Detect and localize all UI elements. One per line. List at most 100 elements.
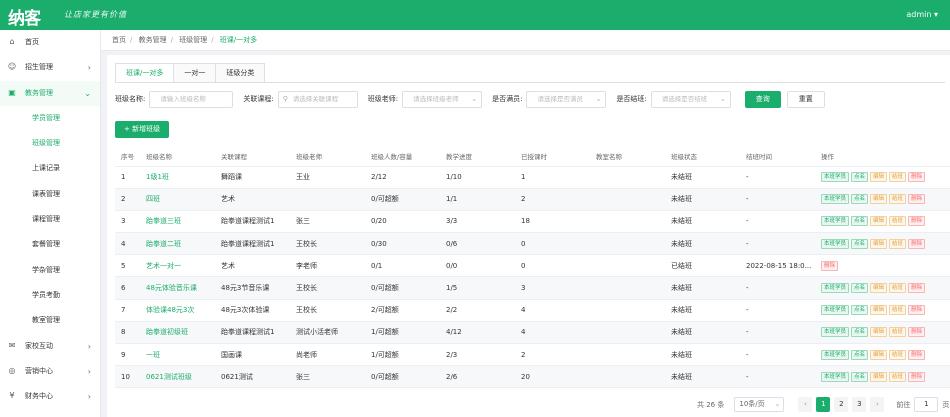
rollcall-button[interactable]: 点名: [851, 305, 869, 316]
breadcrumb-classes[interactable]: 班级管理: [179, 36, 207, 44]
table-row[interactable]: 4 跆拳道二班 跆拳道课程测试1 王校长 0/30 0/6 0 未结班 - 本班学员 点名 编辑 结班删…: [115, 232, 950, 256]
rollcall-button[interactable]: 点名: [851, 194, 869, 205]
sidebar-item-home-school[interactable]: ✉ 家校互动 ›: [0, 334, 100, 359]
close-class-button[interactable]: 结班: [889, 216, 907, 227]
sidebar-item-classes[interactable]: 班级管理: [0, 131, 100, 156]
tab-one-to-one[interactable]: 一对一: [173, 63, 217, 82]
students-button[interactable]: 本班学员: [821, 283, 850, 294]
breadcrumb-academic[interactable]: 教务管理: [139, 36, 167, 44]
edit-button[interactable]: 编辑: [870, 216, 888, 227]
full-select[interactable]: 请选择是否满员 ⌄: [526, 90, 607, 108]
sidebar-item-finance[interactable]: ¥ 财务中心 ›: [0, 384, 100, 409]
rollcall-button[interactable]: 点名: [851, 216, 869, 227]
edit-button[interactable]: 编辑: [870, 327, 888, 338]
cell-name[interactable]: 艺术一对一: [140, 254, 215, 278]
add-class-button[interactable]: + 新增班级: [115, 121, 170, 138]
table-row[interactable]: 1 1级1班 舞蹈课 王业 2/12 1/10 1 未结班 - 本班学员 点名 编辑 结班 删除: [115, 166, 950, 189]
students-button[interactable]: 本班学员: [821, 349, 850, 360]
edit-button[interactable]: 编辑: [870, 172, 888, 183]
close-class-button[interactable]: 结班: [889, 283, 907, 294]
sidebar-item-students[interactable]: 学员管理: [0, 106, 100, 131]
table-row[interactable]: 5 艺术一对一 艺术 李老师 0/1 0/0 0 已结班 2022-08-15 18:0... 删…: [115, 254, 950, 278]
page-size-select[interactable]: 10条/页 ⌄: [734, 397, 785, 412]
delete-button[interactable]: 删除: [908, 371, 926, 382]
search-button[interactable]: 查询: [744, 90, 781, 108]
prev-page-button[interactable]: ‹: [798, 397, 813, 412]
table-row[interactable]: 3 跆拳道三班 跆拳道课程测试1 张三 0/20 3/3 18 未结班 - 本班学员 点名 编辑 结班删…: [115, 210, 950, 234]
rollcall-button[interactable]: 点名: [851, 283, 869, 294]
close-class-button[interactable]: 结班: [889, 327, 907, 338]
sidebar-item-schedule[interactable]: 课表管理: [0, 182, 100, 207]
class-name-input[interactable]: 请输入班级名称: [149, 90, 234, 108]
edit-button[interactable]: 编辑: [870, 283, 888, 294]
table-row[interactable]: 2 四班 艺术 0/可超额 1/1 2 未结班 - 本班学员 点名 编辑 结班 删除: [115, 188, 950, 211]
delete-button[interactable]: 删除: [908, 172, 926, 183]
close-class-button[interactable]: 结班: [889, 172, 907, 183]
table-row[interactable]: 6 48元体验音乐课 48元3节音乐课 王校长 0/可超额 1/5 3 未结班 - 本班学员 点名编…: [115, 276, 950, 300]
course-select[interactable]: ⚲ 请选择关联课程: [277, 90, 358, 108]
delete-button[interactable]: 删除: [908, 327, 926, 338]
page-1-button[interactable]: 1: [816, 397, 831, 412]
table-row[interactable]: 7 体验课48元3次 48元3次体验课 王校长 2/可超额 2/2 4 未结班 - 本班学员 点名编…: [115, 299, 950, 322]
cell-name[interactable]: 48元体验音乐课: [140, 276, 215, 300]
close-class-button[interactable]: 结班: [889, 194, 907, 205]
rollcall-button[interactable]: 点名: [851, 172, 869, 183]
rollcall-button[interactable]: 点名: [851, 238, 869, 249]
page-2-button[interactable]: 2: [834, 397, 849, 412]
rollcall-button[interactable]: 点名: [851, 327, 869, 338]
delete-button[interactable]: 删除: [908, 194, 926, 205]
cell-name[interactable]: 1级1班: [140, 166, 215, 189]
students-button[interactable]: 本班学员: [821, 194, 850, 205]
cell-name[interactable]: 一班: [140, 343, 215, 367]
close-class-button[interactable]: 结班: [889, 349, 907, 360]
cell-name[interactable]: 跆拳道初级班: [140, 321, 215, 345]
edit-button[interactable]: 编辑: [870, 194, 888, 205]
tab-group-class[interactable]: 班课/一对多: [115, 63, 175, 82]
edit-button[interactable]: 编辑: [870, 238, 888, 249]
sidebar-item-academic[interactable]: ▣ 教务管理 ⌄: [0, 80, 100, 106]
cell-name[interactable]: 0621测试班级: [140, 365, 215, 389]
sidebar-item-courses[interactable]: 课程管理: [0, 207, 100, 232]
sidebar-item-attendance[interactable]: 学员考勤: [0, 283, 100, 308]
delete-button[interactable]: 删除: [908, 216, 926, 227]
students-button[interactable]: 本班学员: [821, 172, 850, 183]
teacher-select[interactable]: 请选择班级老师 ⌄: [402, 90, 483, 108]
next-page-button[interactable]: ›: [870, 397, 885, 412]
closed-select[interactable]: 请选择是否结班 ⌄: [650, 90, 731, 108]
sidebar-item-classrooms[interactable]: 教室管理: [0, 308, 100, 333]
close-class-button[interactable]: 结班: [889, 371, 907, 382]
user-menu[interactable]: admin ▾: [906, 10, 938, 19]
cell-name[interactable]: 跆拳道二班: [140, 232, 215, 256]
close-class-button[interactable]: 结班: [889, 238, 907, 249]
breadcrumb-home[interactable]: 首页: [112, 36, 126, 44]
table-row[interactable]: 9 一班 国画课 尚老师 1/可超额 2/3 2 未结班 - 本班学员 点名 编辑 结班 删除: [115, 343, 950, 367]
edit-button[interactable]: 编辑: [870, 371, 888, 382]
close-class-button[interactable]: 结班: [889, 305, 907, 316]
sidebar-item-marketing[interactable]: ◎ 营销中心 ›: [0, 359, 100, 384]
table-row[interactable]: 10 0621测试班级 0621测试 张三 0/可超额 2/6 20 未结班 - 本班学员 点名 编辑…: [115, 365, 950, 389]
delete-button[interactable]: 删除: [908, 349, 926, 360]
students-button[interactable]: 本班学员: [821, 238, 850, 249]
students-button[interactable]: 本班学员: [821, 216, 850, 227]
cell-name[interactable]: 四班: [140, 188, 215, 211]
sidebar-item-lesson-records[interactable]: 上课记录: [0, 156, 100, 181]
delete-button[interactable]: 删除: [908, 283, 926, 294]
cell-name[interactable]: 体验课48元3次: [140, 299, 215, 322]
delete-button[interactable]: 删除: [908, 238, 926, 249]
page-3-button[interactable]: 3: [852, 397, 867, 412]
cell-name[interactable]: 跆拳道三班: [140, 210, 215, 234]
students-button[interactable]: 本班学员: [821, 305, 850, 316]
edit-button[interactable]: 编辑: [870, 349, 888, 360]
sidebar-item-fees[interactable]: 学杂管理: [0, 258, 100, 283]
table-row[interactable]: 8 跆拳道初级班 跆拳道课程测试1 测试小活老师 1/可超额 4/12 4 未结班 - 本班学员点…: [115, 321, 950, 345]
sidebar-item-home[interactable]: ⌂ 首页: [0, 30, 100, 55]
app-logo[interactable]: 纳客: [8, 4, 41, 29]
delete-button[interactable]: 删除: [908, 305, 926, 316]
sidebar-item-packages[interactable]: 套餐管理: [0, 232, 100, 257]
students-button[interactable]: 本班学员: [821, 371, 850, 382]
delete-button[interactable]: 删除: [821, 260, 839, 271]
tab-class-category[interactable]: 班级分类: [215, 63, 266, 82]
students-button[interactable]: 本班学员: [821, 327, 850, 338]
goto-page-input[interactable]: 1: [914, 397, 939, 412]
sidebar-item-enrollment[interactable]: ☺ 招生管理 ›: [0, 55, 100, 80]
